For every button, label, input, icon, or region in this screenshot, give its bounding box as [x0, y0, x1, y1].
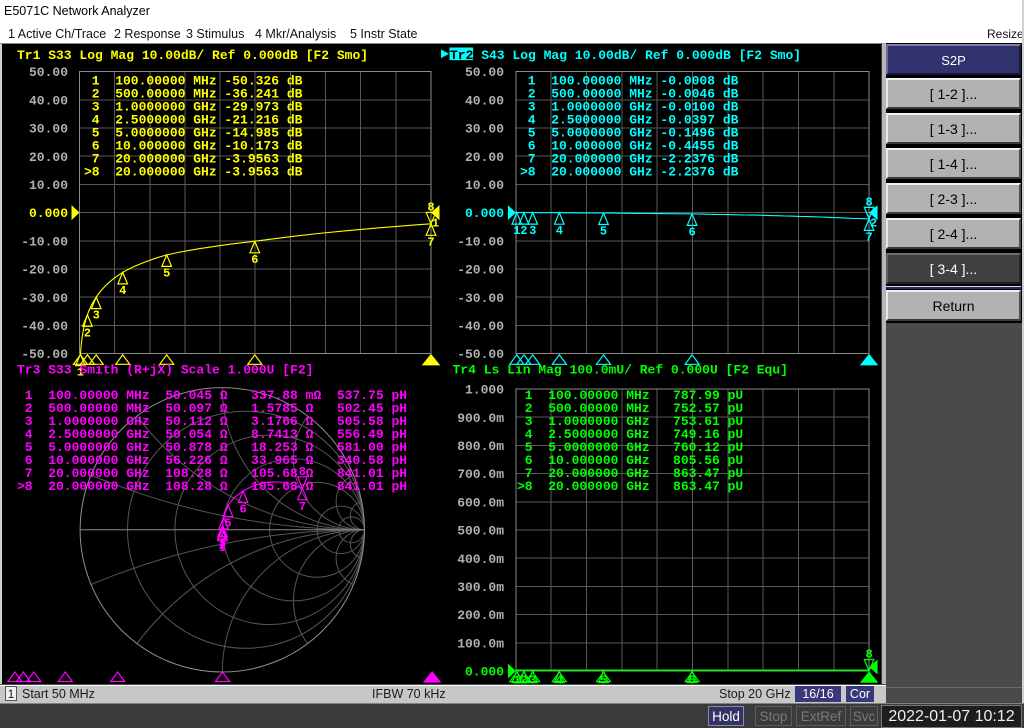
svg-text:>8 20.000000 GHz 108.28 Ω: >8 20.000000 GHz 108.28 Ω 105.68 Ω 841.0… — [17, 479, 407, 494]
svg-text:10.00: 10.00 — [465, 178, 504, 193]
svg-text:>8 20.000000 GHz 863.47 pU: >8 20.000000 GHz 863.47 pU — [517, 479, 743, 494]
svg-text:40.00: 40.00 — [29, 93, 68, 108]
svg-text:4: 4 — [220, 529, 227, 543]
svg-text:30.00: 30.00 — [465, 122, 504, 137]
svg-text:>8 20.000000 GHz -3.9563 dB: >8 20.000000 GHz -3.9563 dB — [84, 164, 303, 179]
svg-text:Tr2: Tr2 — [450, 48, 474, 63]
svg-text:20.00: 20.00 — [29, 150, 68, 165]
svg-text:4: 4 — [556, 224, 563, 238]
svg-text:6: 6 — [688, 225, 695, 239]
svg-text:6: 6 — [251, 253, 258, 267]
svg-text:0.000: 0.000 — [465, 206, 504, 221]
svg-text:2: 2 — [84, 326, 91, 340]
svg-text:600.0m: 600.0m — [457, 495, 504, 510]
svg-text:1: 1 — [432, 217, 439, 231]
svg-text:2: 2 — [870, 217, 877, 231]
svg-text:50.00: 50.00 — [29, 65, 68, 80]
svg-text:-50.00: -50.00 — [457, 347, 504, 362]
svg-text:4: 4 — [119, 284, 126, 298]
svg-text:7: 7 — [299, 500, 306, 514]
svg-text:5: 5 — [600, 225, 607, 239]
svg-text:300.0m: 300.0m — [457, 580, 504, 595]
svg-text:500.0m: 500.0m — [457, 524, 504, 539]
svg-text:Tr3 S33 Smith (R+jX) Scale 1.0: Tr3 S33 Smith (R+jX) Scale 1.000U [F2] — [17, 362, 313, 377]
svg-text:40.00: 40.00 — [465, 93, 504, 108]
svg-text:8: 8 — [865, 648, 872, 662]
svg-text:-20.00: -20.00 — [457, 263, 504, 278]
svg-text:Tr1 S33 Log Mag 10.00dB/ Ref 0: Tr1 S33 Log Mag 10.00dB/ Ref 0.000dB [F2… — [17, 48, 368, 63]
svg-text:10.00: 10.00 — [29, 178, 68, 193]
svg-text:7: 7 — [427, 235, 434, 249]
svg-text:-50.00: -50.00 — [21, 347, 68, 362]
svg-text:5: 5 — [163, 266, 170, 280]
svg-text:-10.00: -10.00 — [457, 234, 504, 249]
svg-text:900.0m: 900.0m — [457, 411, 504, 426]
svg-text:0.000: 0.000 — [29, 206, 68, 221]
svg-text:-20.00: -20.00 — [21, 263, 68, 278]
svg-text:-10.00: -10.00 — [21, 234, 68, 249]
svg-text:2: 2 — [520, 224, 527, 238]
svg-text:50.00: 50.00 — [465, 65, 504, 80]
svg-text:6: 6 — [239, 503, 246, 517]
svg-text:3: 3 — [93, 309, 100, 323]
svg-text:20.00: 20.00 — [465, 150, 504, 165]
svg-text:800.0m: 800.0m — [457, 439, 504, 454]
svg-text:1.000: 1.000 — [465, 383, 504, 398]
svg-text:Tr4 Ls Lin Mag 100.0mU/ Ref 0.: Tr4 Ls Lin Mag 100.0mU/ Ref 0.000U [F2 E… — [453, 362, 788, 377]
svg-text:S43 Log Mag 10.00dB/ Ref 0.000: S43 Log Mag 10.00dB/ Ref 0.000dB [F2 Smo… — [473, 48, 801, 63]
svg-text:-40.00: -40.00 — [21, 319, 68, 334]
svg-text:7: 7 — [865, 230, 872, 244]
svg-text:8: 8 — [865, 195, 872, 209]
svg-text:-40.00: -40.00 — [457, 319, 504, 334]
svg-text:5: 5 — [224, 517, 231, 531]
svg-text:30.00: 30.00 — [29, 122, 68, 137]
svg-text:3: 3 — [529, 224, 536, 238]
svg-text:>8 20.000000 GHz -2.2376 dB: >8 20.000000 GHz -2.2376 dB — [520, 164, 739, 179]
svg-text:-30.00: -30.00 — [21, 291, 68, 306]
svg-text:-30.00: -30.00 — [457, 291, 504, 306]
svg-text:0.000: 0.000 — [465, 665, 504, 680]
svg-text:400.0m: 400.0m — [457, 552, 504, 567]
svg-text:100.0m: 100.0m — [457, 636, 504, 651]
svg-text:700.0m: 700.0m — [457, 467, 504, 482]
svg-text:200.0m: 200.0m — [457, 608, 504, 623]
